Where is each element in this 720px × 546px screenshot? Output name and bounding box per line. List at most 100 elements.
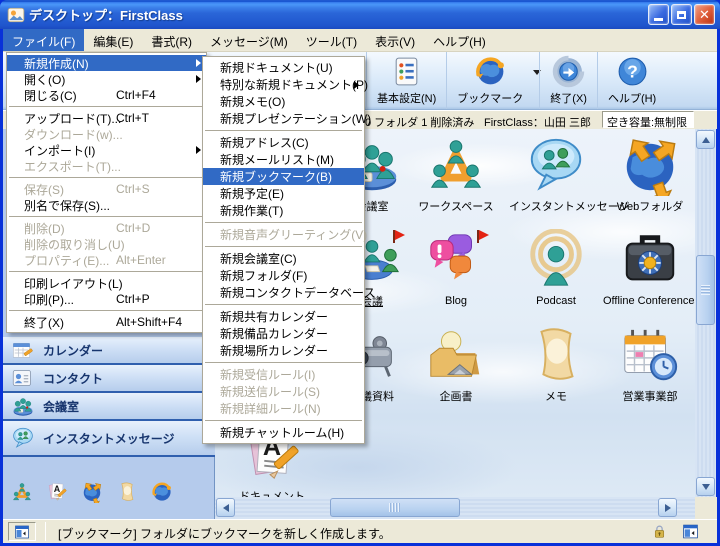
menu-item-shortcut: Ctrl+P [116,292,150,306]
tray-shortcut[interactable] [116,481,138,503]
menu-item[interactable]: 特別な新規ドキュメント(P) [203,76,364,93]
menubar-item[interactable]: ヘルプ(H) [424,29,495,51]
desktop-icon[interactable]: ワークスペース [409,134,503,226]
menu-item[interactable]: 印刷レイアウト(L) [7,275,206,291]
menu-item[interactable]: 新規受信ルール(I) [203,366,364,383]
menubar-item[interactable]: 書式(R) [142,29,201,51]
desktop-icon[interactable]: Podcast [509,229,603,321]
menu-item[interactable]: 新規備品カレンダー [203,325,364,342]
down-arrow-icon [702,484,710,490]
desktop-icon[interactable]: インスタントメッセージ [509,134,603,226]
menu-item-shortcut: Ctrl+F4 [116,88,156,102]
sidebar-item[interactable]: 会議室 [3,393,215,421]
menu-item[interactable]: 新規送信ルール(S) [203,383,364,400]
tray-shortcut[interactable] [11,481,33,503]
menu-item[interactable]: 新規詳細ルール(N) [203,400,364,417]
horizontal-scroll-thumb[interactable] [330,498,460,517]
maximize-button[interactable] [671,4,692,25]
menubar-item[interactable]: ツール(T) [297,29,366,51]
toolbar-button[interactable]: ブックマーク [446,52,539,109]
menu-item[interactable]: 新規フォルダ(F) [203,267,364,284]
status-panel-button[interactable] [8,522,36,541]
menu-item[interactable]: 新規音声グリーティング(V) [203,226,364,243]
menu-item[interactable]: 新規ドキュメント(U) [203,59,364,76]
title-bar[interactable]: デスクトップ：FirstClass ✕ [0,0,720,29]
tray-shortcut[interactable] [81,481,103,503]
menu-item[interactable]: 新規メールリスト(M) [203,151,364,168]
menu-item-label: 新規作成(N) [24,55,89,72]
menu-item[interactable]: 開く(O) [7,71,206,87]
desktop-icon[interactable]: 営業事業部 [603,324,695,416]
lock-icon[interactable] [651,523,668,540]
menu-item[interactable]: 新規予定(E) [203,185,364,202]
menu-item [203,219,364,226]
tray-shortcut[interactable] [46,481,68,503]
menu-item[interactable]: 新規メモ(O) [203,93,364,110]
scroll-down-button[interactable] [696,477,715,496]
menubar-item[interactable]: 表示(V) [366,29,424,51]
menu-item[interactable]: ダウンロード(w)... [7,126,206,142]
menu-item-label: 新規ブックマーク(B) [220,168,332,185]
desktop-icon[interactable]: Offline Conferences [603,229,695,321]
scroll-right-button[interactable] [658,498,677,517]
menu-item[interactable]: 新規会議室(C) [203,250,364,267]
vertical-scroll-thumb[interactable] [696,255,715,325]
menu-item [203,417,364,424]
toolbar-button[interactable]: ヘルプ(H) [597,52,666,109]
menu-item[interactable]: インポート(I) [7,142,206,158]
minimize-icon [654,18,663,21]
menubar-item[interactable]: ファイル(F) [3,29,84,51]
sidebar-item[interactable]: コンタクト [3,365,215,393]
menu-item-label: 新規プレゼンテーション(W) [220,110,371,127]
desktop-icon[interactable]: Webフォルダ [603,134,695,226]
desktop-icon[interactable]: Blog [409,229,503,321]
tray-shortcut[interactable] [151,481,173,503]
menubar-item[interactable]: メッセージ(M) [201,29,297,51]
scroll-left-button[interactable] [216,498,235,517]
desktop-icon[interactable]: 企画書 [409,324,503,416]
menu-item[interactable]: 削除の取り消し(U) [7,236,206,252]
menu-item[interactable]: 新規アドレス(C) [203,134,364,151]
menu-item[interactable]: アップロード(T)... Ctrl+T [7,110,206,126]
menu-item[interactable]: 新規ブックマーク(B) [203,168,364,185]
window-panel-icon[interactable] [682,523,699,540]
menu-item[interactable]: 新規プレゼンテーション(W) [203,110,364,127]
horizontal-scrollbar[interactable] [215,497,695,519]
preferences-icon [390,55,423,88]
toolbar-button-label: 基本設定(N) [377,90,436,106]
menu-item[interactable]: プロパティ(E)... Alt+Enter [7,252,206,268]
toolbar-button-label: 終了(X) [550,90,587,106]
toolbar-button[interactable]: 終了(X) [539,52,597,109]
menu-item[interactable]: 新規作成(N) [7,55,206,71]
menubar-item[interactable]: 編集(E) [84,29,142,51]
exit-icon [552,55,585,88]
desktop-icon[interactable]: メモ [509,324,603,416]
file-menu: 新規作成(N) 開く(O) 閉じる(C) Ctrl+F4 [6,52,207,333]
menu-item[interactable]: 新規チャットルーム(H) [203,424,364,441]
right-arrow-icon [665,504,671,512]
scroll-up-button[interactable] [696,130,715,149]
menu-item[interactable]: 印刷(P)... Ctrl+P [7,291,206,307]
menu-item-label: 新規メモ(O) [220,93,285,110]
menu-item[interactable]: 閉じる(C) Ctrl+F4 [7,87,206,103]
close-button[interactable]: ✕ [694,4,715,25]
menu-item[interactable]: 新規作業(T) [203,202,364,219]
menu-item[interactable]: 別名で保存(S)... [7,197,206,213]
workspace-icon [11,481,33,503]
toolbar-button[interactable]: 基本設定(N) [366,52,446,109]
menu-item[interactable]: 保存(S) Ctrl+S [7,181,206,197]
menu-item[interactable]: 新規コンタクトデータベース [203,284,364,301]
menu-item-label: プロパティ(E)... [24,252,109,269]
menu-item[interactable]: 新規共有カレンダー [203,308,364,325]
minimize-button[interactable] [648,4,669,25]
menu-item[interactable]: 終了(X) Alt+Shift+F4 [7,314,206,330]
sidebar-item[interactable]: カレンダー [3,337,215,365]
menu-item[interactable]: エクスポート(T)... [7,158,206,174]
new-submenu: 新規ドキュメント(U) 特別な新規ドキュメント(P) 新規メモ(O) 新規プレゼ… [202,56,365,444]
menu-item[interactable]: 削除(D) Ctrl+D [7,220,206,236]
menu-item[interactable]: 新規場所カレンダー [203,342,364,359]
menu-item-label: 新規コンタクトデータベース [220,284,375,301]
vertical-scrollbar[interactable] [695,129,716,497]
sidebar-item[interactable]: インスタントメッセージ [3,421,215,457]
menu-item-label: 印刷(P)... [24,291,74,308]
